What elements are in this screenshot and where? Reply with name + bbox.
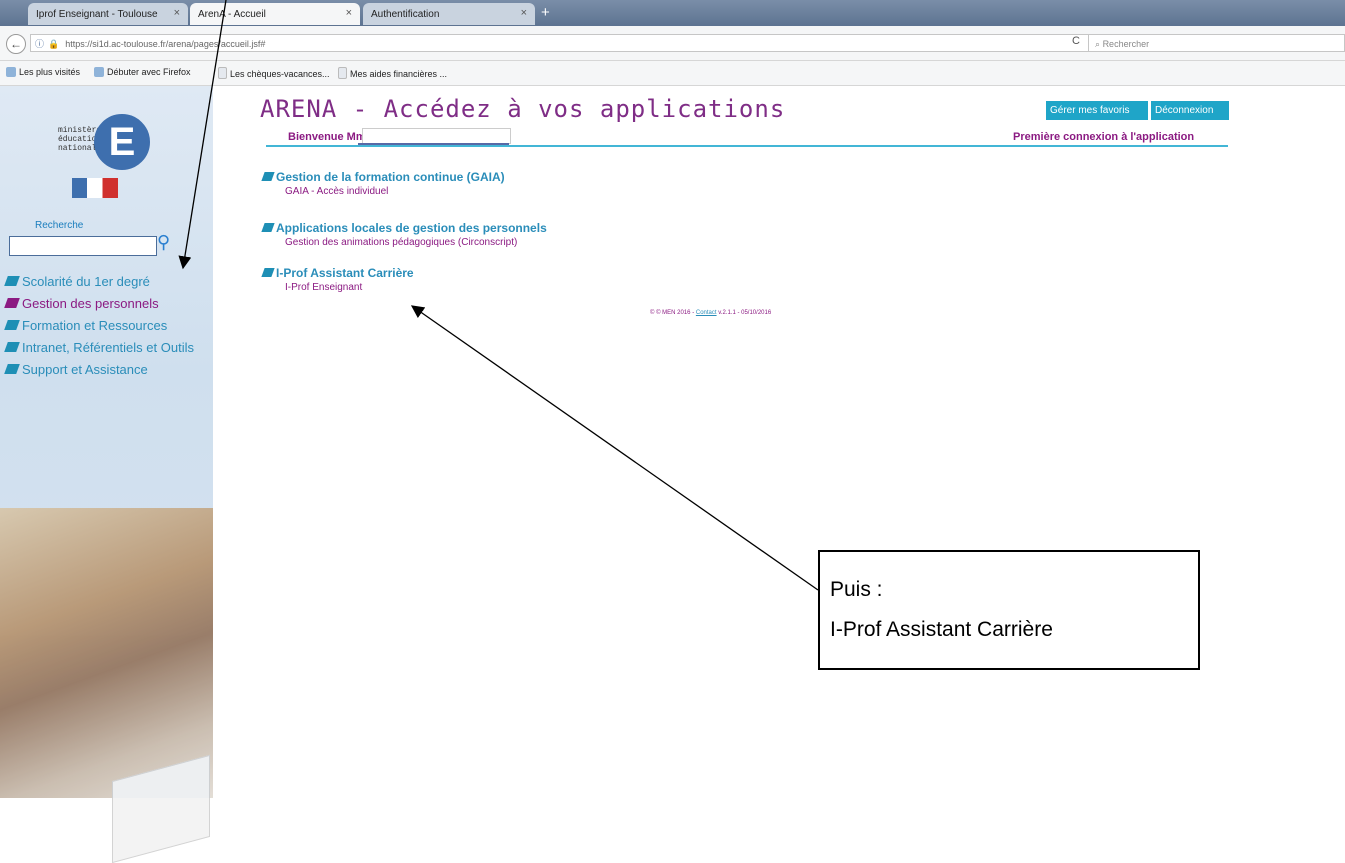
arrow-to-gestion-personnels <box>178 0 227 270</box>
arrow-to-iprof <box>410 305 819 591</box>
instruction-callout: Puis : I-Prof Assistant Carrière <box>818 550 1200 670</box>
annotation-arrows <box>178 0 819 591</box>
